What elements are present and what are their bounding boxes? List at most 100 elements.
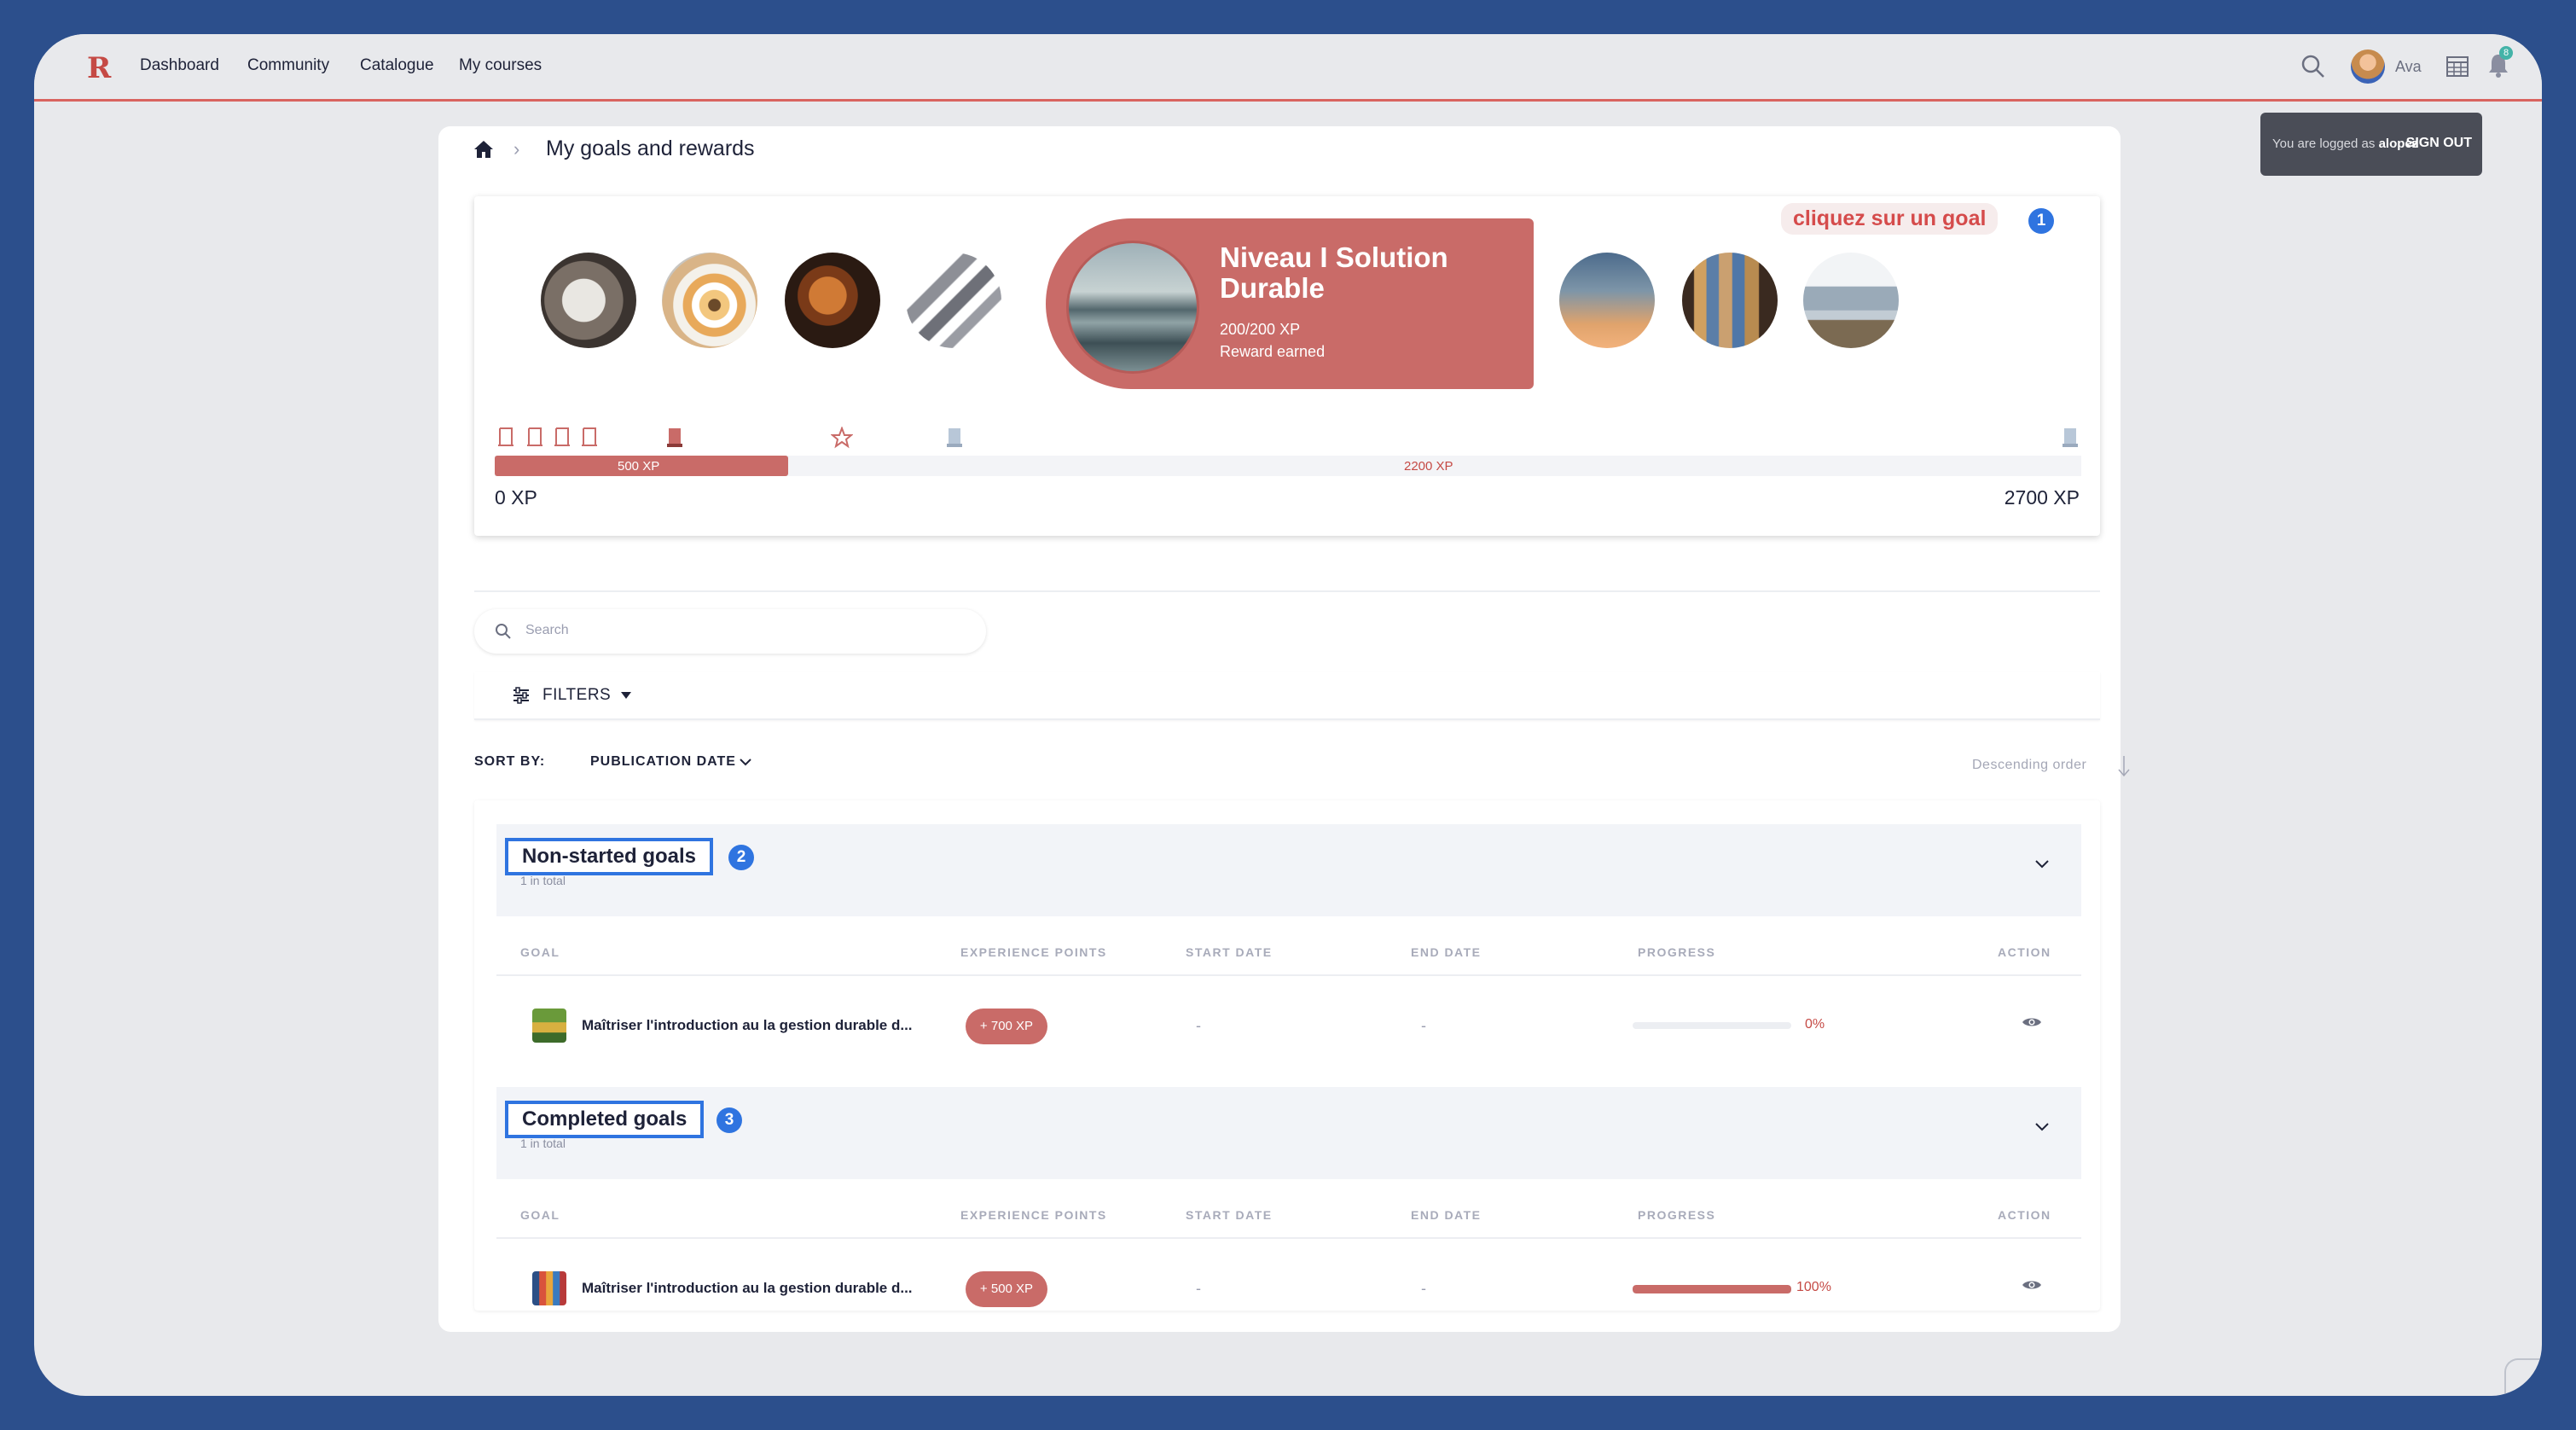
nav-my-courses[interactable]: My courses [459, 56, 542, 75]
chair-filled-icon [665, 427, 684, 453]
xp-earned-label: 500 XP [618, 459, 660, 474]
goal-thumbnail-2[interactable] [662, 253, 757, 348]
calendar-icon[interactable] [2445, 53, 2470, 83]
click-goal-hint: cliquez sur un goal [1781, 203, 1999, 235]
user-name[interactable]: Ava [2395, 58, 2422, 76]
col-goal: GOAL [520, 945, 560, 959]
goal-progress-bar [1633, 1285, 1791, 1293]
chair-locked-icon [2061, 427, 2080, 453]
col-experience-points: EXPERIENCE POINTS [960, 1208, 1107, 1222]
goal-thumbnail-1[interactable] [541, 253, 636, 348]
featured-reward-banner[interactable]: Niveau I Solution Durable 200/200 XP Rew… [1046, 218, 1534, 389]
section-completed[interactable]: Completed goals 1 in total 3 [496, 1087, 2081, 1179]
chevron-down-icon[interactable] [2034, 1121, 2051, 1137]
goal-thumbnail-3[interactable] [785, 253, 880, 348]
annotation-number-3: 3 [717, 1107, 742, 1133]
col-progress: PROGRESS [1638, 945, 1716, 959]
col-action: ACTION [1998, 945, 2051, 959]
col-goal: GOAL [520, 1208, 560, 1222]
search-placeholder[interactable]: Search [525, 623, 569, 638]
end-date: - [1421, 1017, 1426, 1034]
sort-order-toggle[interactable]: Descending order [1972, 758, 2086, 773]
divider [474, 590, 2100, 592]
sort-select[interactable]: PUBLICATION DATE [590, 754, 736, 770]
chair-icon [553, 427, 571, 453]
xp-badge: + 500 XP [966, 1271, 1047, 1307]
chevron-down-icon[interactable] [739, 756, 752, 772]
nav-catalogue[interactable]: Catalogue [360, 56, 434, 75]
col-end-date: END DATE [1411, 945, 1482, 959]
chair-locked-icon [945, 427, 964, 453]
eye-icon[interactable] [2022, 1015, 2042, 1033]
filters-label[interactable]: FILTERS [542, 686, 611, 705]
featured-reward-xp: 200/200 XP [1220, 321, 1301, 338]
home-icon[interactable] [473, 138, 495, 165]
xp-remaining-label: 2200 XP [1404, 459, 1453, 474]
start-date: - [1196, 1017, 1201, 1034]
goals-list: Non-started goals 1 in total 2 GOAL EXPE… [474, 800, 2100, 1311]
annotation-number-1: 1 [2028, 208, 2054, 234]
goal-thumbnail-5[interactable] [1559, 253, 1655, 348]
goal-progress-label: 0% [1805, 1017, 1825, 1032]
annotation-number-2: 2 [728, 845, 754, 870]
col-experience-points: EXPERIENCE POINTS [960, 945, 1107, 959]
goal-thumbnail [532, 1271, 566, 1305]
xp-badge: + 700 XP [966, 1009, 1047, 1044]
xp-start-label: 0 XP [495, 486, 537, 509]
section-count: 1 in total [520, 1136, 566, 1150]
main-card: › My goals and rewards Niveau I Solution… [438, 126, 2130, 1332]
goal-progress-label: 100% [1796, 1280, 1831, 1294]
section-count: 1 in total [520, 874, 566, 887]
goal-name[interactable]: Maîtriser l'introduction au la gestion d… [582, 1280, 913, 1297]
goal-thumbnail-6[interactable] [1682, 253, 1778, 348]
nav-dashboard[interactable]: Dashboard [140, 56, 219, 75]
brand-logo[interactable]: R [87, 51, 111, 85]
goal-thumbnail-7[interactable] [1803, 253, 1899, 348]
col-action: ACTION [1998, 1208, 2051, 1222]
app-window: R Dashboard Community Catalogue My cours… [34, 34, 2542, 1396]
divider [496, 1237, 2081, 1239]
arrow-down-icon[interactable] [2117, 754, 2131, 782]
col-start-date: START DATE [1186, 945, 1273, 959]
user-avatar[interactable] [2351, 49, 2385, 84]
xp-end-label: 2700 XP [2004, 486, 2080, 509]
rewards-panel: Niveau I Solution Durable 200/200 XP Rew… [474, 196, 2100, 536]
caret-down-icon[interactable] [619, 689, 633, 705]
section-title: Non-started goals [505, 838, 714, 875]
goal-thumbnail [532, 1009, 566, 1043]
featured-reward-image [1066, 241, 1199, 374]
col-end-date: END DATE [1411, 1208, 1482, 1222]
col-start-date: START DATE [1186, 1208, 1273, 1222]
end-date: - [1421, 1280, 1426, 1297]
chair-icon [525, 427, 544, 453]
chair-icon [496, 427, 515, 453]
sign-out-button[interactable]: SIGN OUT [2406, 136, 2472, 151]
section-non-started[interactable]: Non-started goals 1 in total 2 [496, 824, 2081, 916]
notification-badge: 8 [2499, 46, 2513, 60]
xp-progress-bar: 500 XP 2200 XP [495, 456, 2081, 476]
session-prefix: You are logged as [2272, 137, 2376, 151]
chevron-down-icon[interactable] [2034, 858, 2051, 875]
search-field[interactable]: Search [474, 609, 986, 654]
goal-thumbnail-4[interactable] [906, 253, 1001, 348]
col-progress: PROGRESS [1638, 1208, 1716, 1222]
filters-bar[interactable]: FILTERS [474, 672, 2100, 720]
resize-handle[interactable] [2504, 1358, 2542, 1396]
section-title: Completed goals [505, 1101, 705, 1138]
start-date: - [1196, 1280, 1201, 1297]
top-navigation: R Dashboard Community Catalogue My cours… [34, 34, 2542, 102]
search-icon[interactable] [2300, 53, 2327, 84]
eye-icon[interactable] [2022, 1278, 2042, 1296]
goal-progress-bar [1633, 1022, 1791, 1029]
divider [496, 974, 2081, 976]
nav-community[interactable]: Community [247, 56, 329, 75]
goal-progress-fill [1633, 1285, 1791, 1293]
star-icon [830, 426, 854, 453]
sort-by-label: SORT BY: [474, 754, 546, 769]
sliders-icon [512, 686, 531, 709]
session-tooltip: You are logged as alopez SIGN OUT [2260, 113, 2482, 176]
featured-reward-status: Reward earned [1220, 343, 1326, 360]
goal-name[interactable]: Maîtriser l'introduction au la gestion d… [582, 1017, 913, 1034]
chair-icon [580, 427, 599, 453]
search-icon [495, 623, 512, 644]
